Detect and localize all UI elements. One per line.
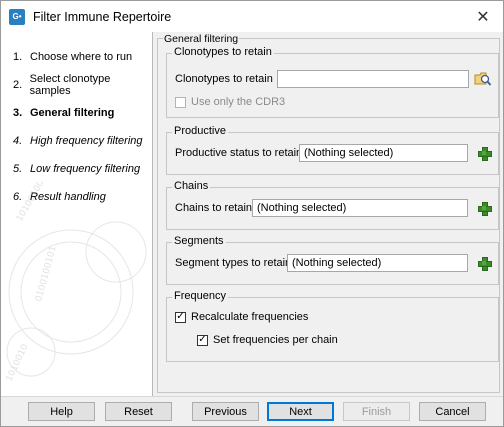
productive-label: Productive status to retain: [175, 147, 303, 159]
chains-group: Chains Chains to retain (Nothing selecte…: [166, 180, 499, 230]
group-legend: Frequency: [172, 290, 228, 302]
clonotypes-input[interactable]: [277, 70, 469, 88]
general-filtering-section: General filtering Clonotypes to retain C…: [157, 33, 500, 393]
step-number: 4.: [13, 135, 23, 147]
settings-panel: General filtering Clonotypes to retain C…: [154, 32, 503, 396]
dialog-window: G• Filter Immune Repertoire ✕ 1010010011…: [0, 0, 504, 427]
group-legend: Productive: [172, 125, 228, 137]
step-low-frequency-filtering: 5. Low frequency filtering: [1, 155, 152, 183]
group-legend: Chains: [172, 180, 211, 192]
per-chain-row: ✓ Set frequencies per chain: [197, 334, 338, 346]
help-button[interactable]: Help: [28, 402, 95, 421]
group-legend: Segments: [172, 235, 226, 247]
title-bar: G• Filter Immune Repertoire ✕: [1, 1, 503, 32]
cdr3-label: Use only the CDR3: [191, 96, 286, 108]
app-logo-icon: G•: [9, 8, 25, 25]
segments-label: Segment types to retain: [175, 257, 292, 269]
clonotypes-row: Clonotypes to retain: [175, 70, 492, 88]
add-chains-icon[interactable]: [477, 201, 492, 216]
cancel-button[interactable]: Cancel: [419, 402, 486, 421]
step-general-filtering: 3. General filtering: [1, 99, 152, 127]
step-label: High frequency filtering: [30, 135, 143, 147]
clonotypes-group: Clonotypes to retain Clonotypes to retai…: [166, 46, 499, 118]
recalculate-frequencies-checkbox[interactable]: ✓: [175, 311, 186, 323]
svg-text:0100100101: 0100100101: [34, 245, 58, 303]
step-high-frequency-filtering: 4. High frequency filtering: [1, 127, 152, 155]
step-select-clonotype-samples: 2. Select clonotype samples: [1, 71, 152, 99]
segments-group: Segments Segment types to retain (Nothin…: [166, 235, 499, 285]
step-result-handling: 6. Result handling: [1, 183, 152, 211]
next-button[interactable]: Next: [267, 402, 334, 421]
add-segments-icon[interactable]: [477, 256, 492, 271]
close-icon[interactable]: ✕: [463, 1, 503, 32]
step-label: Choose where to run: [30, 51, 133, 63]
chains-field[interactable]: (Nothing selected): [252, 199, 468, 217]
step-label: Low frequency filtering: [30, 163, 141, 175]
finish-button[interactable]: Finish: [343, 402, 410, 421]
chains-row: Chains to retain (Nothing selected): [175, 199, 492, 217]
chains-label: Chains to retain: [175, 202, 253, 214]
reset-button[interactable]: Reset: [105, 402, 172, 421]
step-number: 5.: [13, 163, 23, 175]
step-choose-where-to-run: 1. Choose where to run: [1, 43, 152, 71]
recalc-row: ✓ Recalculate frequencies: [175, 311, 308, 323]
productive-row: Productive status to retain (Nothing sel…: [175, 144, 492, 162]
step-label: General filtering: [30, 107, 115, 119]
step-number: 3.: [13, 107, 23, 119]
segments-row: Segment types to retain (Nothing selecte…: [175, 254, 492, 272]
section-title: General filtering: [163, 33, 240, 45]
step-number: 1.: [13, 51, 23, 63]
window-title: Filter Immune Repertoire: [33, 9, 172, 24]
frequencies-per-chain-label: Set frequencies per chain: [213, 334, 338, 346]
clonotypes-label: Clonotypes to retain: [175, 73, 273, 85]
step-number: 6.: [13, 191, 23, 203]
step-label: Select clonotype samples: [29, 73, 111, 97]
button-bar: Help Reset Previous Next Finish Cancel: [1, 396, 503, 426]
segment-types-field[interactable]: (Nothing selected): [287, 254, 468, 272]
group-legend: Clonotypes to retain: [172, 46, 274, 58]
folder-search-icon[interactable]: [474, 71, 492, 87]
add-productive-icon[interactable]: [477, 146, 492, 161]
decorative-helix-icon: 1010010011 0100100101 1010010: [5, 182, 147, 383]
productive-group: Productive Productive status to retain (…: [166, 125, 499, 175]
productive-status-field[interactable]: (Nothing selected): [299, 144, 468, 162]
step-number: 2.: [13, 79, 23, 91]
frequencies-per-chain-checkbox[interactable]: ✓: [197, 334, 208, 346]
cdr3-checkbox[interactable]: [175, 96, 186, 108]
cdr3-row: Use only the CDR3: [175, 96, 285, 108]
step-label: Result handling: [30, 191, 106, 203]
wizard-steps-panel: 1010010011 0100100101 1010010 1. Choose w…: [1, 32, 153, 396]
frequency-group: Frequency ✓ Recalculate frequencies ✓ Se…: [166, 290, 499, 362]
svg-text:1010010: 1010010: [5, 342, 31, 383]
steps-list: 1. Choose where to run 2. Select clonotype…: [1, 32, 152, 211]
recalculate-frequencies-label: Recalculate frequencies: [191, 311, 309, 323]
previous-button[interactable]: Previous: [192, 402, 259, 421]
